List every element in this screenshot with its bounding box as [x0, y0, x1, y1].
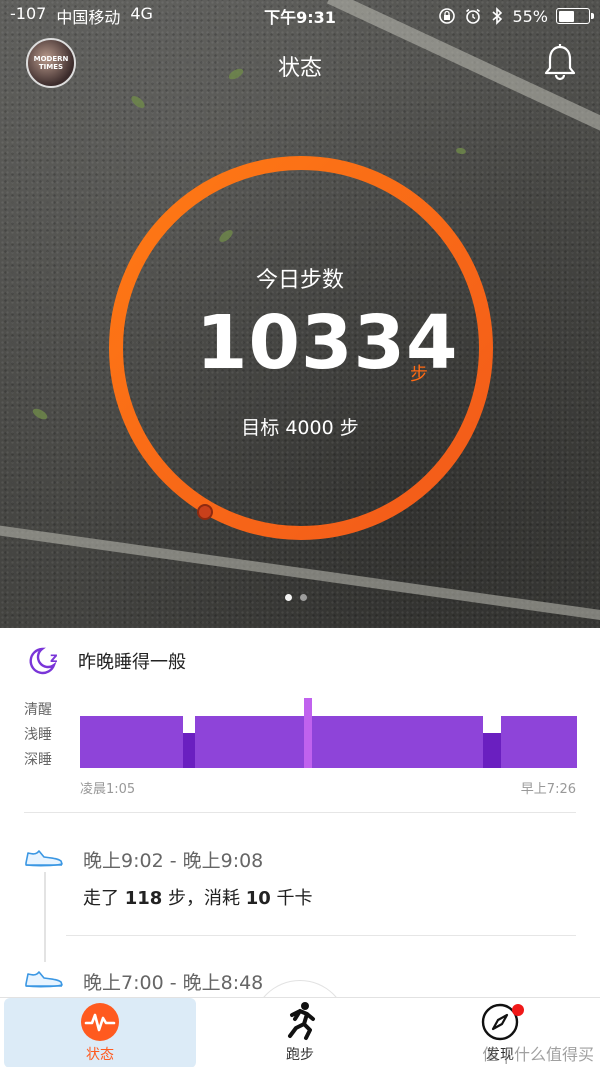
runner-icon: [288, 1002, 315, 1040]
level-light: 浅睡: [24, 727, 52, 743]
status-bar: -107 中国移动 4G 下午9:31 55%: [0, 0, 600, 32]
sleep-start-time: 凌晨1:05: [80, 782, 136, 797]
sleep-light-bar: [80, 716, 183, 768]
sleep-title: 昨晚睡得一般: [78, 652, 186, 673]
shoe-icon: [25, 971, 63, 988]
bell-icon[interactable]: [540, 42, 580, 82]
steps-label: 今日步数: [255, 268, 344, 293]
steps-unit: 步: [410, 364, 428, 385]
steps-count: 10334: [196, 300, 459, 386]
rotation-lock-icon: [439, 8, 456, 24]
activity-item[interactable]: [24, 845, 64, 869]
steps-goal: 目标 4000 步: [241, 417, 359, 439]
divider: [24, 812, 576, 813]
battery-percent: 55%: [512, 6, 548, 26]
clock: 下午9:31: [264, 8, 336, 27]
tab-run-label: 跑步: [286, 1047, 314, 1063]
level-deep: 深睡: [24, 752, 52, 768]
leaf: [129, 93, 147, 111]
sleep-light-bar: [195, 716, 304, 768]
svg-text:z: z: [50, 651, 58, 666]
activity-kcal: 10: [245, 888, 271, 909]
progress-marker: [197, 504, 213, 520]
battery-icon: [556, 8, 594, 24]
activity-desc-prefix: 走了: [83, 888, 125, 909]
divider: [66, 935, 576, 936]
sleep-deep-bar: [483, 733, 501, 768]
sleep-light-bar: [312, 716, 483, 768]
sleep-chart[interactable]: [80, 698, 577, 768]
activity-item[interactable]: [24, 966, 64, 990]
page-indicator[interactable]: [285, 594, 307, 601]
sleep-light-bar: [501, 716, 577, 768]
activity-timeline-line: [44, 872, 46, 962]
activity-desc-mid: 步，消耗: [162, 888, 246, 909]
tab-status[interactable]: 状态: [4, 998, 196, 1067]
page-title: 状态: [277, 56, 322, 81]
tab-status-label: 状态: [86, 1047, 114, 1063]
signal-strength: -107: [10, 4, 47, 23]
carrier-name: 中国移动: [56, 8, 121, 27]
alarm-icon: [466, 8, 481, 24]
sleep-deep-bar: [183, 733, 195, 768]
network-type: 4G: [130, 4, 153, 23]
activity-steps: 118: [124, 888, 163, 909]
battery-level: [558, 10, 575, 22]
shoe-icon: [25, 850, 63, 867]
notification-badge: [512, 1004, 524, 1016]
bluetooth-icon: [492, 7, 503, 25]
sleep-level-labels: 清醒 浅睡 深睡: [24, 698, 52, 773]
activity-desc-suffix: 千卡: [270, 888, 313, 909]
page-dot: [300, 594, 307, 601]
activity-time-range: 晚上7:00 - 晚上8:48: [83, 972, 264, 994]
sleep-card-header[interactable]: z 昨晚睡得一般: [26, 646, 186, 676]
watermark: 值 | 什么值得买: [482, 1045, 594, 1064]
page-dot-active: [285, 594, 292, 601]
level-awake: 清醒: [24, 702, 52, 718]
moon-sleep-icon: z: [29, 647, 58, 675]
sleep-end-time: 早上7:26: [520, 782, 576, 797]
activity-summary: 走了 118 步，消耗 10 千卡: [83, 884, 313, 910]
heartbeat-icon: [81, 1003, 119, 1041]
activity-time-range: 晚上9:02 - 晚上9:08: [83, 850, 264, 872]
tab-run[interactable]: 跑步: [252, 998, 348, 1067]
sleep-awake-bar: [304, 698, 312, 768]
